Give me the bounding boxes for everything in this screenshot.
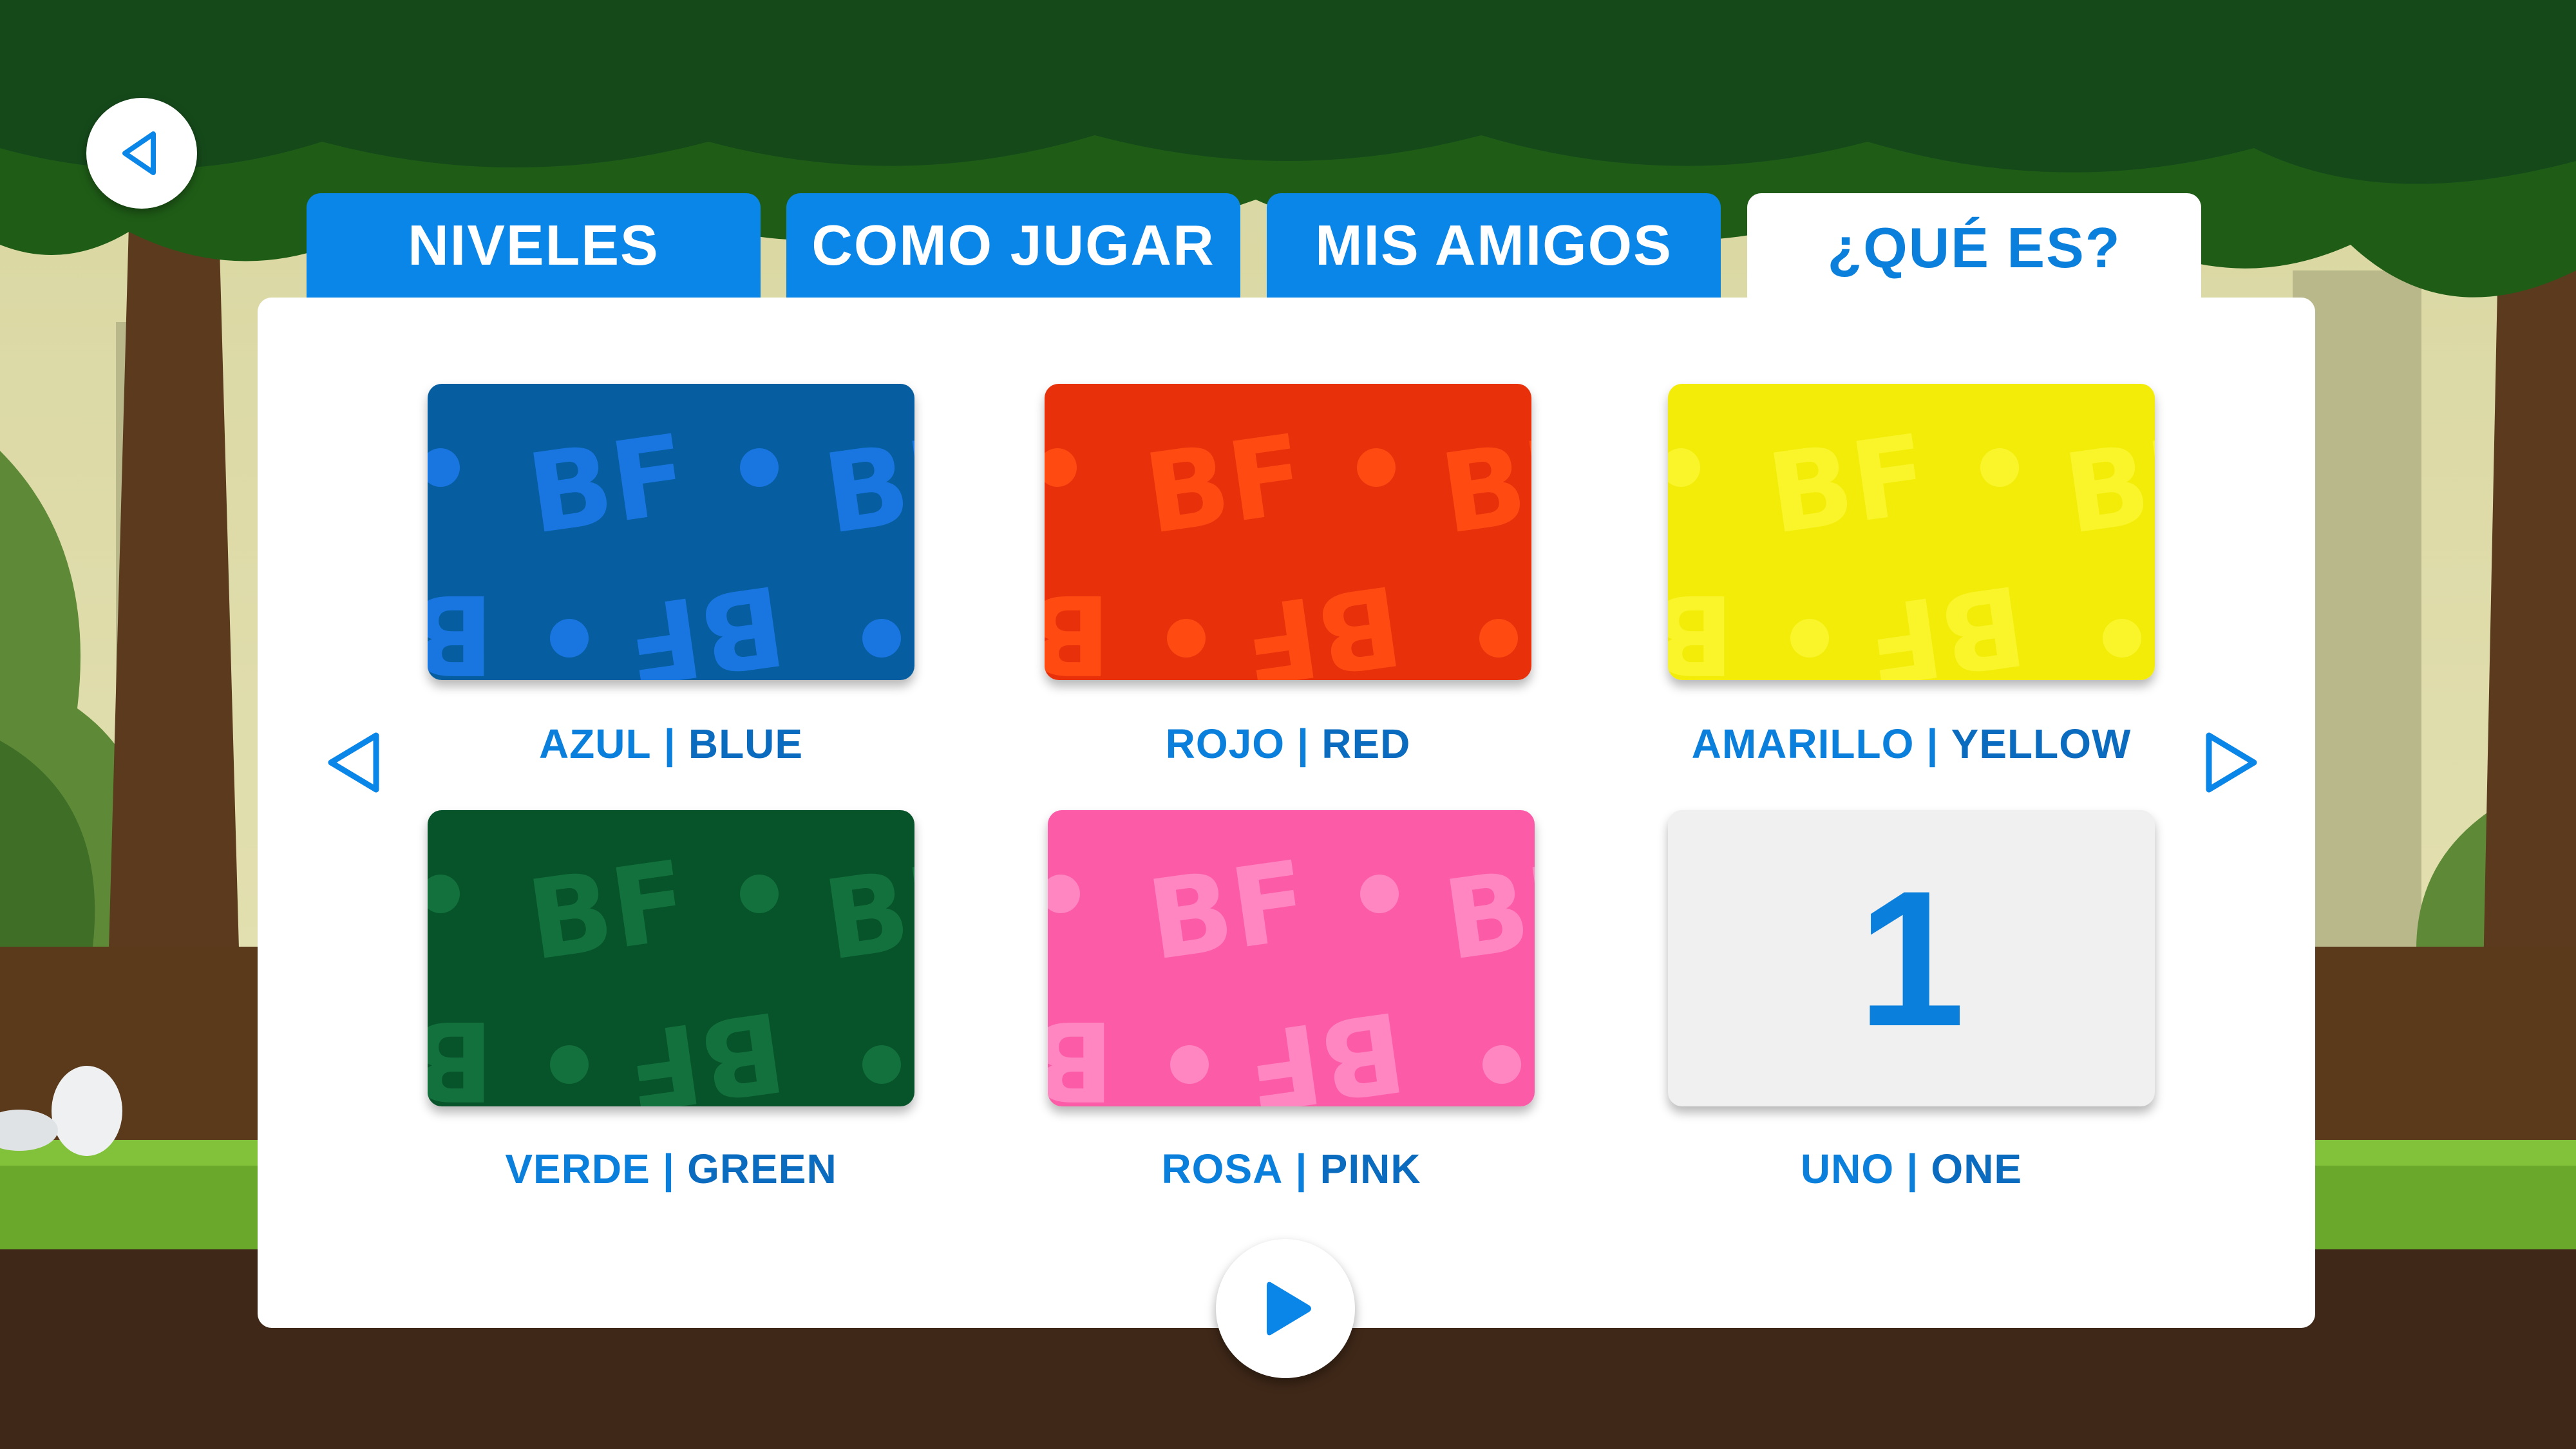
number-value: 1 [1857, 850, 1965, 1066]
bf-pattern: BFBFBFBF [1048, 810, 1535, 1106]
svg-text:BF: BF [817, 837, 914, 985]
label-en: PINK [1320, 1146, 1421, 1192]
tab-como-jugar[interactable]: COMO JUGAR [786, 193, 1240, 298]
label-en: BLUE [688, 721, 804, 767]
svg-text:BF: BF [428, 996, 494, 1106]
svg-text:BF: BF [1045, 570, 1111, 680]
bf-pattern: BFBFBFBF [1045, 384, 1531, 680]
svg-text:BF: BF [817, 411, 914, 559]
label-en: RED [1321, 721, 1411, 767]
svg-text:BF: BF [1141, 837, 1315, 985]
tab-niveles[interactable]: NIVELES [307, 193, 761, 298]
color-card-verde[interactable]: BFBFBFBF [428, 810, 914, 1106]
color-card-amarillo[interactable]: BFBFBFBF [1668, 384, 2155, 680]
label-es: VERDE [505, 1146, 650, 1192]
color-card-rojo[interactable]: BFBFBFBF [1045, 384, 1531, 680]
card-label-rosa: ROSA | PINK [1001, 1145, 1581, 1193]
tab-mis-amigos[interactable]: MIS AMIGOS [1267, 193, 1721, 298]
tab-que-es[interactable]: ¿QUÉ ES? [1747, 193, 2201, 303]
svg-text:BF: BF [520, 837, 695, 985]
back-button[interactable] [86, 98, 197, 209]
prev-arrow-icon [328, 732, 379, 793]
bf-pattern: BFBFBFBF [1668, 384, 2155, 680]
label-es: ROSA [1161, 1146, 1283, 1192]
label-separator: | [663, 1146, 675, 1192]
card-label-amarillo: AMARILLO | YELLOW [1622, 720, 2201, 768]
bf-pattern: BFBFBFBF [428, 810, 914, 1106]
color-card-rosa[interactable]: BFBFBFBF [1048, 810, 1535, 1106]
label-es: ROJO [1165, 721, 1285, 767]
play-button[interactable] [1216, 1239, 1355, 1378]
label-es: AZUL [538, 721, 652, 767]
label-en: GREEN [687, 1146, 837, 1192]
svg-text:BF: BF [1437, 837, 1535, 985]
number-card-uno[interactable]: 1 [1668, 810, 2155, 1106]
color-card-azul[interactable]: BFBFBFBF [428, 384, 914, 680]
label-separator: | [1906, 1146, 1919, 1192]
label-en: YELLOW [1951, 721, 2132, 767]
label-separator: | [1926, 721, 1939, 767]
card-label-uno: UNO | ONE [1622, 1145, 2201, 1193]
back-triangle-icon [122, 131, 156, 175]
card-label-azul: AZUL | BLUE [381, 720, 961, 768]
card-label-rojo: ROJO | RED [998, 720, 1578, 768]
label-en: ONE [1931, 1146, 2023, 1192]
label-separator: | [1297, 721, 1310, 767]
svg-text:BF: BF [1668, 570, 1734, 680]
svg-text:BF: BF [2057, 411, 2155, 559]
svg-text:BF: BF [1434, 411, 1531, 559]
svg-text:BF: BF [1137, 411, 1312, 559]
next-page-button[interactable] [2192, 724, 2269, 801]
label-separator: | [663, 721, 676, 767]
next-arrow-icon [2206, 732, 2257, 793]
label-es: AMARILLO [1691, 721, 1915, 767]
svg-text:BF: BF [428, 570, 494, 680]
svg-text:BF: BF [520, 411, 695, 559]
card-label-verde: VERDE | GREEN [381, 1145, 961, 1193]
label-es: UNO [1800, 1146, 1895, 1192]
play-icon [1267, 1282, 1311, 1336]
bf-pattern: BFBFBFBF [428, 384, 914, 680]
svg-text:BF: BF [1761, 411, 1935, 559]
label-separator: | [1295, 1146, 1308, 1192]
svg-text:BF: BF [1048, 996, 1114, 1106]
